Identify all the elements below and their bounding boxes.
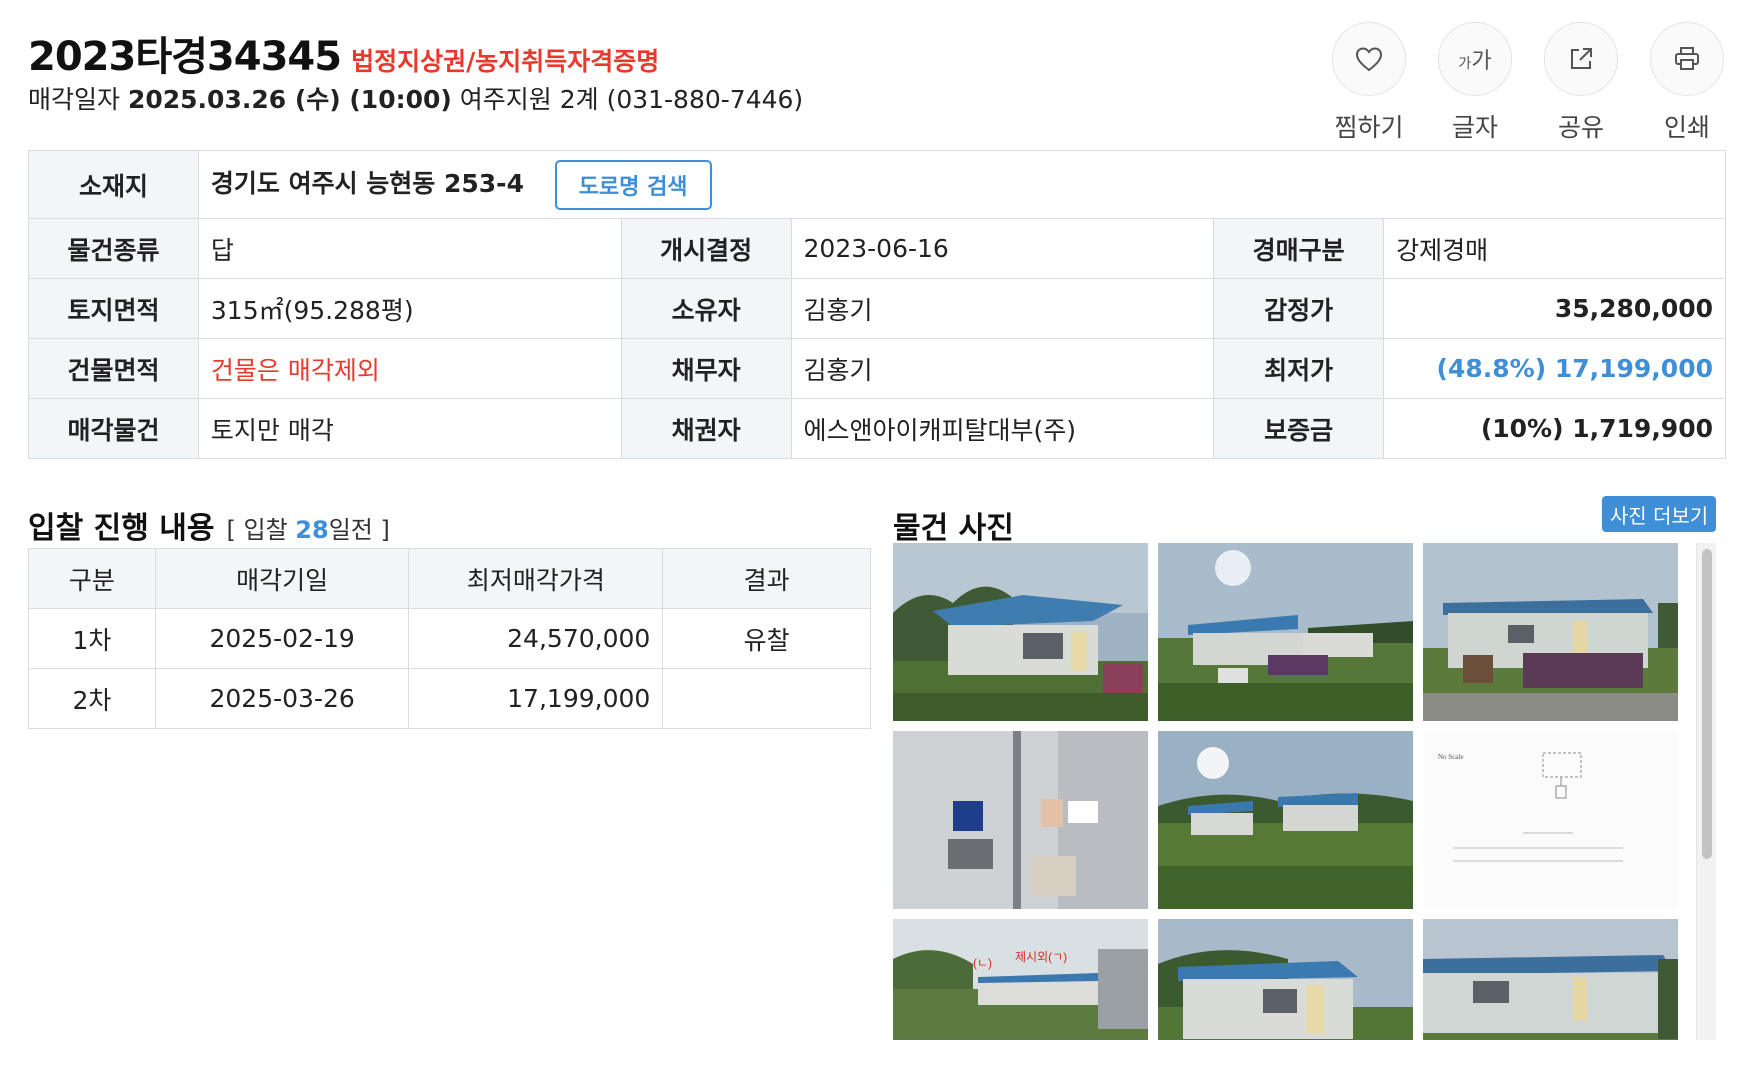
share-button[interactable]: 공유 [1528, 22, 1634, 144]
bid-section-title: 입찰 진행 내용 [ 입찰 28일전 ] [28, 503, 390, 547]
photo-overlay-label: (ㄴ) [973, 956, 992, 970]
creditor-value: 에스앤아이캐피탈대부(주) [790, 398, 1215, 459]
building-area-value: 건물은 매각제외 [197, 338, 622, 399]
info-label: 건물면적 [28, 338, 199, 399]
heart-icon [1332, 22, 1406, 96]
appraisal-value: 35,280,000 [1383, 278, 1726, 339]
round-cell: 2차 [28, 668, 156, 729]
court-info: 여주지원 2계 (031-880-7446) [459, 85, 804, 114]
owner-value: 김홍기 [790, 278, 1215, 339]
svg-text:No Scale: No Scale [1438, 753, 1463, 761]
favorite-button[interactable]: 찜하기 [1316, 22, 1422, 144]
info-row: 물건종류 답 개시결정 2023-06-16 경매구분 강제경매 [28, 218, 1726, 279]
date-cell: 2025-02-19 [154, 608, 410, 669]
property-photo[interactable] [1423, 919, 1678, 1040]
scrollbar-thumb[interactable] [1702, 549, 1712, 859]
column-header: 매각기일 [154, 548, 410, 609]
debtor-value: 김홍기 [790, 338, 1215, 399]
font-size-label: 글자 [1451, 113, 1498, 142]
address-value: 경기도 여주시 능현동 253-4 [210, 168, 524, 198]
info-label: 채권자 [620, 398, 792, 459]
days-remaining: 28 [295, 516, 329, 544]
info-label: 소유자 [620, 278, 792, 339]
favorite-label: 찜하기 [1334, 113, 1404, 142]
info-row: 토지면적 315㎡(95.288평) 소유자 김홍기 감정가 35,280,00… [28, 278, 1726, 339]
share-label: 공유 [1557, 113, 1604, 142]
sale-item-value: 토지만 매각 [197, 398, 622, 459]
address-cell: 경기도 여주시 능현동 253-4 도로명 검색 [197, 150, 1727, 219]
land-area-value: 315㎡(95.288평) [197, 278, 622, 339]
column-header: 최저매각가격 [408, 548, 664, 609]
bid-countdown: [ 입찰 28일전 ] [226, 516, 390, 544]
table-row: 2차 2025-03-26 17,199,000 [28, 668, 871, 729]
result-cell: 유찰 [662, 608, 871, 669]
print-button[interactable]: 인쇄 [1634, 22, 1740, 144]
print-icon [1650, 22, 1724, 96]
property-photo[interactable]: (ㄴ) 제시외(ㄱ) [893, 919, 1148, 1040]
property-photo[interactable] [893, 731, 1148, 909]
price-cell: 24,570,000 [408, 608, 664, 669]
auction-type-value: 강제경매 [1383, 218, 1726, 279]
photo-overlay-label: 제시외(ㄱ) [1015, 950, 1067, 964]
font-size-icon: 가가 [1438, 22, 1512, 96]
round-cell: 1차 [28, 608, 156, 669]
minimum-price-value: (48.8%) 17,199,000 [1383, 338, 1726, 399]
share-icon [1544, 22, 1618, 96]
site-sketch[interactable]: No Scale [1423, 731, 1678, 909]
sale-info: 매각일자 2025.03.26 (수) (10:00) 여주지원 2계 (031… [28, 80, 803, 116]
result-cell [662, 668, 871, 729]
case-tags: 법정지상권/농지취득자격증명 [351, 47, 660, 76]
print-label: 인쇄 [1663, 113, 1710, 142]
case-number: 2023타경34345 [28, 34, 342, 80]
info-label: 채무자 [620, 338, 792, 399]
bid-title-text: 입찰 진행 내용 [28, 511, 215, 546]
table-row: 1차 2025-02-19 24,570,000 유찰 [28, 608, 871, 669]
info-label: 경매구분 [1213, 218, 1385, 279]
property-type-value: 답 [197, 218, 622, 279]
info-row: 건물면적 건물은 매각제외 채무자 김홍기 최저가 (48.8%) 17,199… [28, 338, 1726, 399]
property-photo[interactable] [893, 543, 1148, 721]
font-size-button[interactable]: 가가 글자 [1422, 22, 1528, 144]
info-label: 매각물건 [28, 398, 199, 459]
photo-gallery: No Scale (ㄴ) 제시외(ㄱ) [893, 543, 1696, 1040]
property-info-table: 소재지 경기도 여주시 능현동 253-4 도로명 검색 물건종류 답 개시결정… [28, 150, 1727, 459]
road-search-button[interactable]: 도로명 검색 [554, 159, 712, 210]
sale-datetime: 2025.03.26 (수) (10:00) [127, 85, 452, 114]
date-cell: 2025-03-26 [154, 668, 410, 729]
property-photo[interactable] [1158, 731, 1413, 909]
property-photo[interactable] [1158, 543, 1413, 721]
info-label: 최저가 [1213, 338, 1385, 399]
info-label: 물건종류 [28, 218, 199, 279]
price-cell: 17,199,000 [408, 668, 664, 729]
deposit-value: (10%) 1,719,900 [1383, 398, 1726, 459]
bid-history-table: 구분 매각기일 최저매각가격 결과 1차 2025-02-19 24,570,0… [28, 548, 871, 729]
info-label: 토지면적 [28, 278, 199, 339]
property-photo[interactable] [1158, 919, 1413, 1040]
column-header: 결과 [662, 548, 871, 609]
info-label: 개시결정 [620, 218, 792, 279]
property-photo[interactable] [1423, 543, 1678, 721]
photo-section-title: 물건 사진 [893, 511, 1014, 546]
case-title: 2023타경34345 법정지상권/농지취득자격증명 [28, 24, 659, 82]
sale-date-label: 매각일자 [28, 85, 121, 114]
info-row: 매각물건 토지만 매각 채권자 에스앤아이캐피탈대부(주) 보증금 (10%) … [28, 398, 1726, 459]
action-bar: 찜하기 가가 글자 공유 인쇄 [1316, 22, 1740, 144]
start-decision-value: 2023-06-16 [790, 218, 1215, 279]
column-header: 구분 [28, 548, 156, 609]
bid-header-row: 구분 매각기일 최저매각가격 결과 [28, 548, 871, 609]
address-label: 소재지 [28, 150, 199, 219]
address-row: 소재지 경기도 여주시 능현동 253-4 도로명 검색 [28, 150, 1727, 219]
info-label: 감정가 [1213, 278, 1385, 339]
gallery-scrollbar[interactable] [1696, 543, 1716, 1040]
more-photos-button[interactable]: 사진 더보기 [1602, 496, 1716, 532]
info-label: 보증금 [1213, 398, 1385, 459]
